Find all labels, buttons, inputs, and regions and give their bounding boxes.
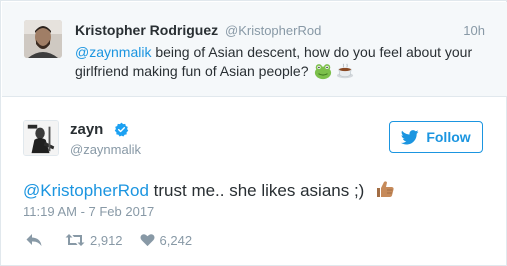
hot-beverage-icon <box>337 63 354 79</box>
retweet-button[interactable]: 2,912 <box>65 232 123 248</box>
zayn-avatar[interactable] <box>23 120 59 156</box>
tweet-actions: 2,912 6,242 <box>25 231 192 249</box>
reply-author-name[interactable]: Kristopher Rodriguez <box>75 22 218 38</box>
frog-face-icon <box>315 64 332 80</box>
thumbs-up-icon <box>377 181 394 197</box>
reply-tweet-text: @zaynmalik being of Asian descent, how d… <box>75 43 495 81</box>
main-author-handle[interactable]: @zaynmalik <box>70 142 141 157</box>
reply-text-line2: girlfriend making fun of Asian people? <box>75 63 309 79</box>
retweet-count: 2,912 <box>90 232 123 248</box>
reply-arrow-icon <box>26 234 42 246</box>
like-button[interactable]: 6,242 <box>140 232 193 248</box>
reply-timestamp[interactable]: 10h <box>463 23 485 38</box>
follow-label: Follow <box>426 129 471 145</box>
kristopher-avatar[interactable] <box>24 20 62 58</box>
tweet-embed-card: Kristopher Rodriguez @KristopherRod 10h … <box>0 0 507 266</box>
twitter-bird-icon <box>401 129 419 144</box>
parent-tweet[interactable]: Kristopher Rodriguez @KristopherRod 10h … <box>2 2 507 97</box>
main-author-name[interactable]: zayn <box>70 121 103 138</box>
follow-button[interactable]: Follow <box>389 121 483 153</box>
main-mention-link[interactable]: @KristopherRod <box>23 181 149 200</box>
like-count: 6,242 <box>159 232 193 248</box>
reply-mention-link[interactable]: @zaynmalik <box>75 44 151 60</box>
reply-button[interactable] <box>25 232 43 248</box>
main-tweet-text: @KristopherRod trust me.. she likes asia… <box>23 179 395 201</box>
retweet-icon <box>65 234 85 246</box>
main-text-body: trust me.. she likes asians ;) <box>148 181 365 200</box>
heart-icon <box>140 234 155 247</box>
verified-badge-icon <box>114 122 129 137</box>
reply-text-line1: being of Asian descent, how do you feel … <box>151 44 473 60</box>
tweet-timestamp[interactable]: 11:19 AM - 7 Feb 2017 <box>23 204 154 219</box>
reply-author-handle[interactable]: @KristopherRod <box>225 23 321 38</box>
